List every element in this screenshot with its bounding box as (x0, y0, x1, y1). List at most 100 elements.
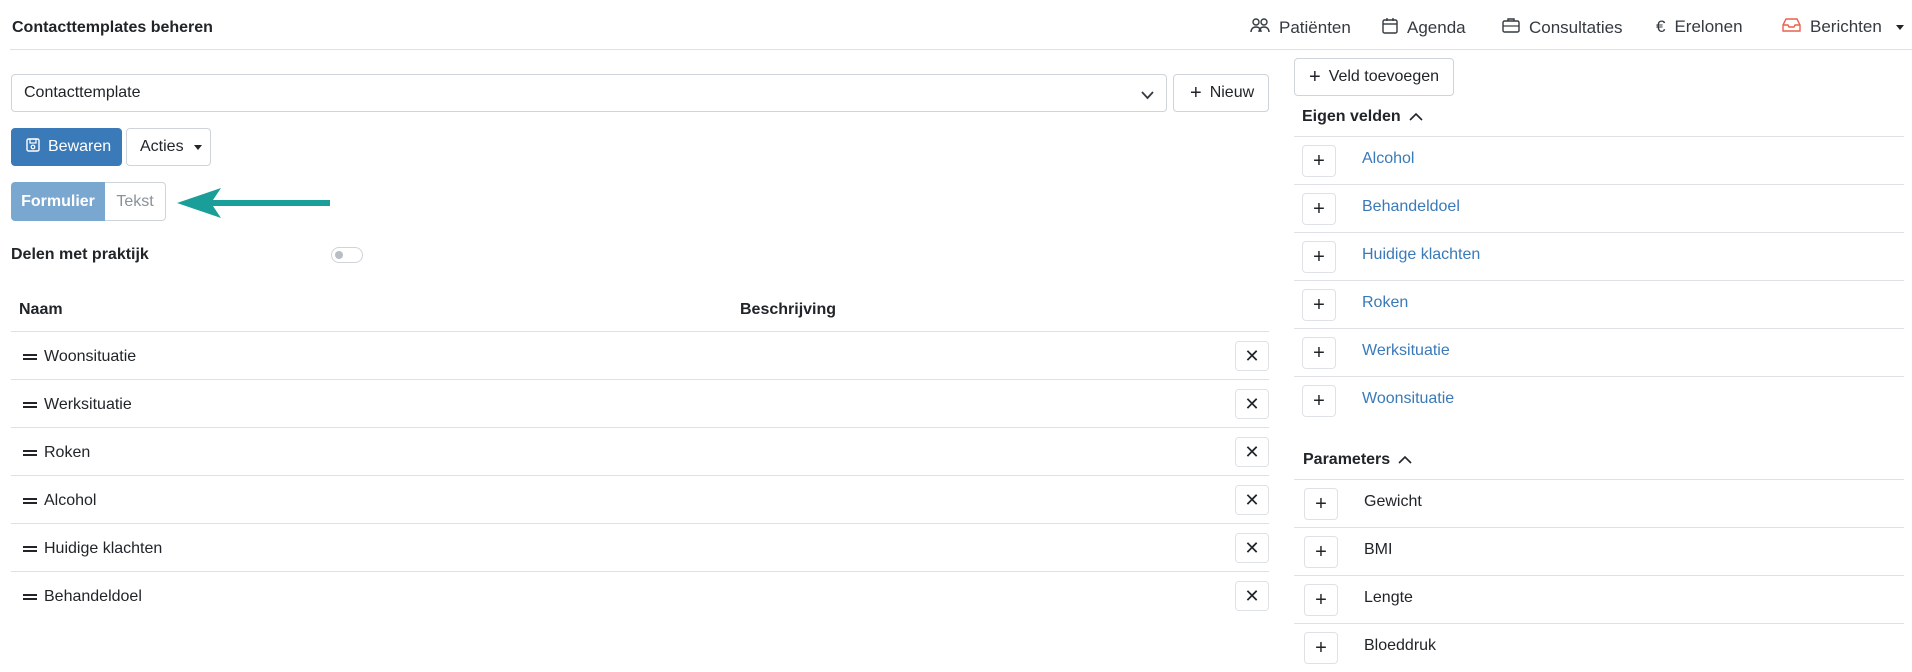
tab-formulier[interactable]: Formulier (11, 182, 105, 221)
drag-handle-icon[interactable] (23, 594, 37, 600)
drag-handle-icon[interactable] (23, 402, 37, 408)
own-field-item: + Huidige klachten (1294, 232, 1904, 281)
nav-label: Erelonen (1674, 17, 1743, 36)
briefcase-icon (1502, 17, 1529, 38)
own-field-link[interactable]: Alcohol (1362, 150, 1414, 168)
row-name: Huidige klachten (44, 540, 163, 557)
add-item-button[interactable]: + (1302, 289, 1336, 321)
row-name: Werksituatie (44, 396, 132, 413)
caret-down-icon (193, 144, 202, 150)
parameter-item: + Gewicht (1294, 479, 1904, 528)
row-name: Behandeldoel (44, 588, 142, 605)
own-field-item: + Woonsituatie (1294, 376, 1904, 425)
users-icon (1250, 17, 1279, 38)
nav-agenda[interactable]: Agenda (1382, 17, 1466, 39)
delete-button[interactable]: ✕ (1235, 581, 1269, 611)
add-item-button[interactable]: + (1302, 145, 1336, 177)
share-toggle[interactable] (331, 247, 363, 263)
own-field-item: + Werksituatie (1294, 328, 1904, 377)
save-button[interactable]: Bewaren (11, 128, 122, 166)
new-button[interactable]: + Nieuw (1173, 74, 1269, 112)
actions-label: Acties (140, 138, 184, 155)
parameter-label: Bloeddruk (1364, 637, 1437, 654)
plus-icon: + (1190, 82, 1202, 104)
nav-patienten[interactable]: Patiënten (1250, 17, 1351, 38)
template-select[interactable]: Contacttemplate (11, 74, 1167, 112)
drag-handle-icon[interactable] (23, 546, 37, 552)
delete-button[interactable]: ✕ (1235, 389, 1269, 419)
add-field-label: Veld toevoegen (1328, 68, 1440, 85)
add-item-button[interactable]: + (1304, 584, 1338, 616)
chevron-down-icon (1895, 24, 1904, 30)
row-name: Roken (44, 444, 91, 461)
own-field-link[interactable]: Woonsituatie (1362, 390, 1454, 408)
table-row: Werksituatie ✕ (11, 379, 1269, 428)
nav-label: Consultaties (1529, 17, 1623, 37)
add-item-button[interactable]: + (1302, 241, 1336, 273)
parameters-title: Parameters (1303, 451, 1391, 468)
own-field-item: + Behandeldoel (1294, 184, 1904, 233)
page-title: Contacttemplates beheren (12, 19, 213, 36)
add-item-button[interactable]: + (1304, 536, 1338, 568)
parameter-item: + Bloeddruk (1294, 623, 1904, 672)
delete-button[interactable]: ✕ (1235, 533, 1269, 563)
parameter-item: + BMI (1294, 527, 1904, 576)
save-icon (26, 137, 48, 157)
parameter-label: BMI (1364, 541, 1393, 558)
add-item-button[interactable]: + (1302, 385, 1336, 417)
column-header-naam: Naam (19, 301, 63, 318)
own-field-link[interactable]: Roken (1362, 294, 1408, 312)
nav-consultaties[interactable]: Consultaties (1502, 17, 1623, 38)
own-field-item: + Roken (1294, 280, 1904, 329)
row-name: Woonsituatie (44, 348, 137, 365)
own-field-link[interactable]: Behandeldoel (1362, 198, 1460, 216)
add-item-button[interactable]: + (1302, 337, 1336, 369)
own-field-link[interactable]: Huidige klachten (1362, 246, 1480, 264)
table-row: Woonsituatie ✕ (11, 331, 1269, 380)
delete-button[interactable]: ✕ (1235, 437, 1269, 467)
save-button-label: Bewaren (48, 138, 112, 155)
tab-tekst[interactable]: Tekst (105, 182, 166, 221)
nav-label: Patiënten (1279, 17, 1351, 37)
own-fields-title: Eigen velden (1302, 108, 1401, 125)
header-divider (10, 49, 1912, 50)
nav-label: Berichten (1810, 17, 1882, 36)
euro-icon: € (1656, 17, 1666, 36)
drag-handle-icon[interactable] (23, 498, 37, 504)
own-fields-header[interactable]: Eigen velden (1302, 108, 1423, 126)
nav-berichten[interactable]: Berichten (1782, 17, 1904, 37)
share-label: Delen met praktijk (11, 246, 149, 263)
view-toggle: Formulier Tekst (11, 182, 166, 221)
calendar-icon (1382, 17, 1407, 39)
own-field-item: + Alcohol (1294, 136, 1904, 185)
add-field-button[interactable]: + Veld toevoegen (1294, 58, 1454, 96)
drag-handle-icon[interactable] (23, 354, 37, 360)
nav-erelonen[interactable]: € Erelonen (1656, 17, 1743, 37)
parameter-label: Gewicht (1364, 493, 1422, 510)
template-select-value: Contacttemplate (24, 84, 141, 101)
chevron-up-icon (1390, 451, 1412, 469)
add-item-button[interactable]: + (1304, 488, 1338, 520)
toggle-knob (335, 251, 343, 259)
add-item-button[interactable]: + (1304, 632, 1338, 664)
table-row: Huidige klachten ✕ (11, 523, 1269, 572)
chevron-down-icon (1141, 87, 1154, 105)
add-item-button[interactable]: + (1302, 193, 1336, 225)
table-row: Alcohol ✕ (11, 475, 1269, 524)
plus-icon: + (1309, 66, 1321, 88)
own-field-link[interactable]: Werksituatie (1362, 342, 1450, 360)
new-button-label: Nieuw (1209, 84, 1255, 101)
nav-label: Agenda (1407, 18, 1466, 37)
drag-handle-icon[interactable] (23, 450, 37, 456)
parameter-label: Lengte (1364, 589, 1413, 606)
parameters-header[interactable]: Parameters (1303, 451, 1412, 469)
delete-button[interactable]: ✕ (1235, 341, 1269, 371)
annotation-arrow (177, 188, 330, 218)
actions-dropdown[interactable]: Acties (126, 128, 211, 166)
parameter-item: + Lengte (1294, 575, 1904, 624)
top-bar (0, 0, 1912, 50)
table-row: Roken ✕ (11, 427, 1269, 476)
row-name: Alcohol (44, 492, 97, 509)
inbox-icon (1782, 17, 1810, 37)
delete-button[interactable]: ✕ (1235, 485, 1269, 515)
